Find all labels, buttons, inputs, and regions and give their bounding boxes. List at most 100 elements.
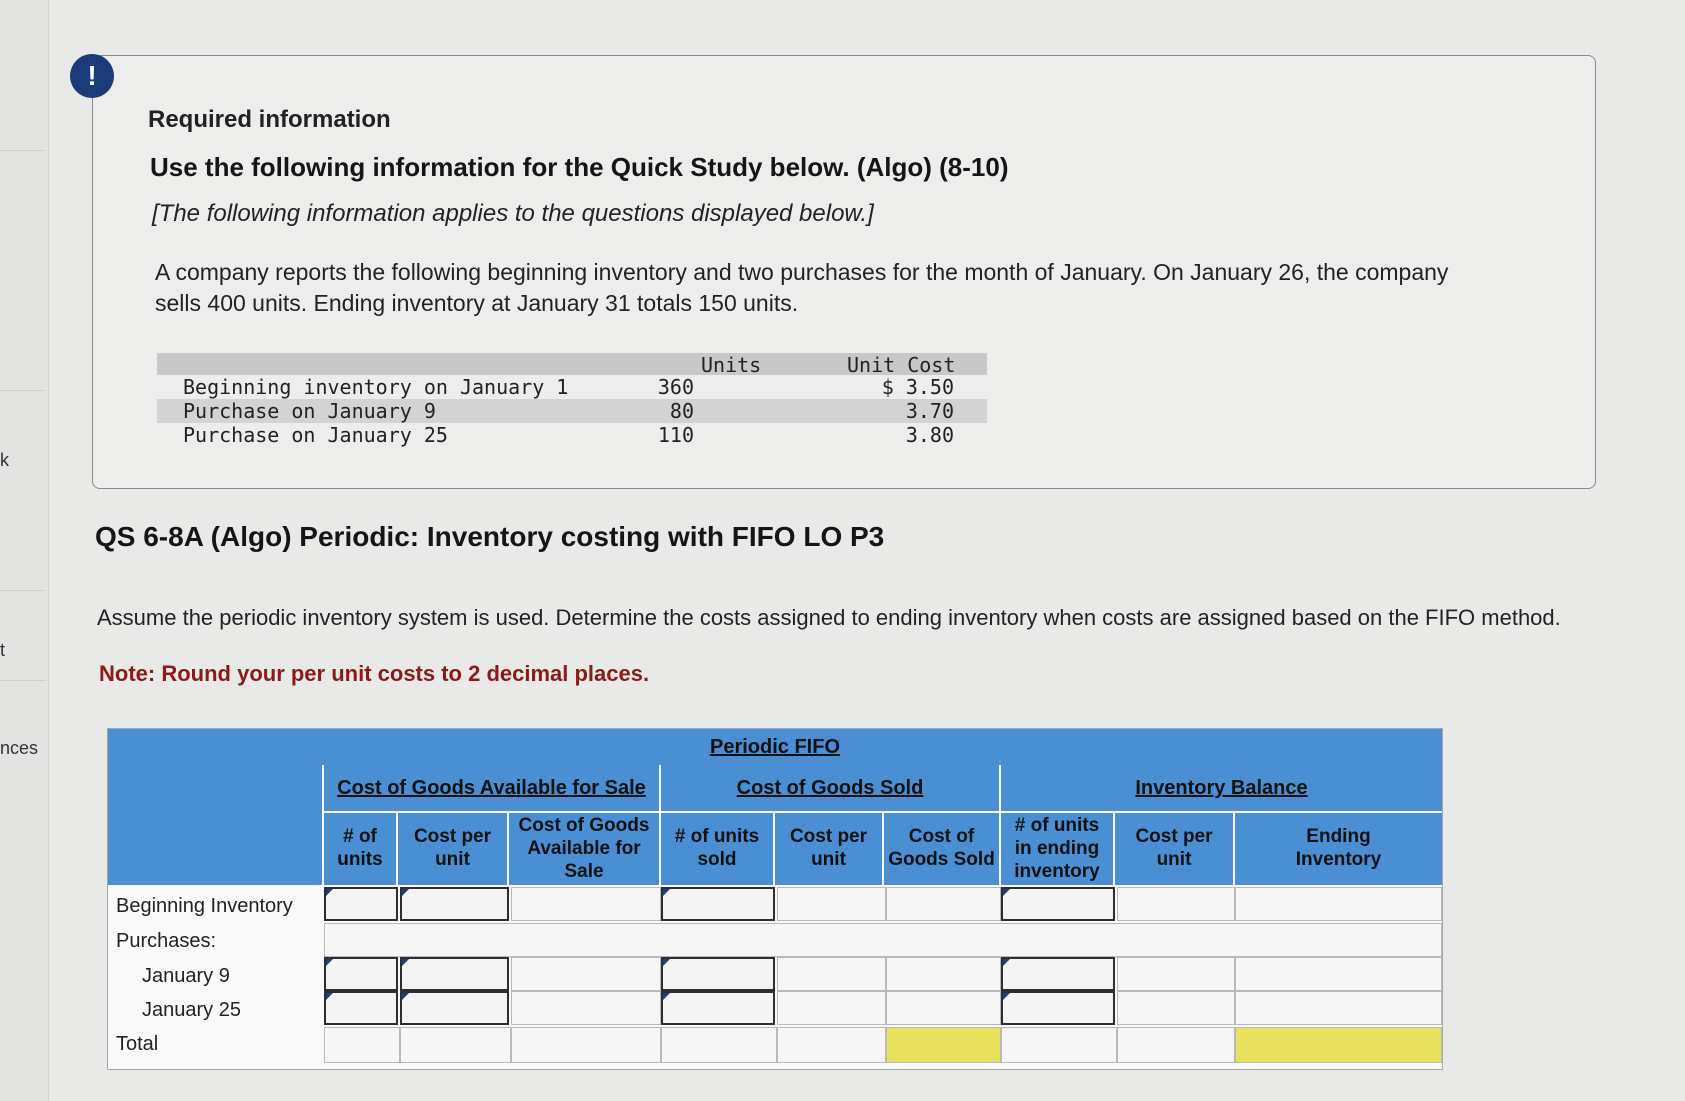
col-header-end-cost: Cost per unit [1115, 813, 1233, 885]
col-header-sold-units: # of units sold [661, 813, 773, 885]
inventory-row: Purchase on January 25 110 3.80 [157, 423, 987, 447]
sidebar-tab[interactable] [0, 390, 46, 591]
beginning-sold-total-cell [886, 887, 1001, 921]
row-label-total: Total [116, 1033, 159, 1055]
inventory-row-label: Purchase on January 25 [183, 423, 448, 447]
col-header-line: # of [343, 826, 377, 847]
col-header-line: Sale [564, 861, 604, 882]
col-header-line: units [337, 849, 383, 870]
col-header-line: # of units [674, 826, 760, 847]
unit-cost-header: Unit Cost [847, 353, 956, 377]
row-label-jan25: January 25 [142, 999, 241, 1021]
purchases-row-cell [324, 923, 1442, 957]
total-avail-units-cell [324, 1027, 400, 1063]
col-header-avail-total: Cost of Goods Available for Sale [509, 813, 659, 885]
col-header-line: inventory [1014, 861, 1100, 882]
jan9-end-units-input[interactable] [1001, 957, 1115, 991]
inventory-row-label: Purchase on January 9 [183, 399, 436, 423]
inventory-row: Beginning inventory on January 1 360 $ 3… [157, 375, 987, 399]
fifo-title: Periodic FIFO [108, 729, 1442, 765]
sidebar-label: k [0, 450, 9, 470]
inventory-row-units: 80 [669, 399, 694, 423]
inventory-row-cost: 3.70 [905, 399, 954, 423]
beginning-end-units-input[interactable] [1001, 887, 1115, 921]
sidebar-tab[interactable] [0, 150, 46, 391]
col-header-line: Cost per [1135, 826, 1213, 847]
periodic-fifo-table: Periodic FIFO Cost of Goods Available fo… [107, 728, 1443, 1070]
beginning-avail-total-cell [511, 887, 661, 921]
jan9-sold-cost-cell [777, 957, 886, 991]
left-sidebar: k t nces [0, 0, 49, 1101]
beginning-sold-units-input[interactable] [661, 887, 775, 921]
inventory-table-header: Units Unit Cost [157, 353, 987, 377]
jan9-sold-units-input[interactable] [661, 957, 775, 991]
col-header-line: unit [435, 849, 470, 870]
col-header-sold-total: Cost of Goods Sold [884, 813, 999, 885]
question-instructions: Assume the periodic inventory system is … [97, 605, 1561, 630]
info-applies-note: [The following information applies to th… [152, 200, 874, 227]
total-avail-total-cell [511, 1027, 661, 1063]
group-header-available: Cost of Goods Available for Sale [324, 765, 659, 811]
col-header-line: Ending [1306, 826, 1371, 847]
jan25-avail-cost-input[interactable] [400, 991, 509, 1025]
info-title: Use the following information for the Qu… [150, 152, 1009, 182]
col-header-end-units: # of units in ending inventory [1001, 813, 1113, 885]
inventory-row-units: 110 [657, 423, 694, 447]
group-header-balance: Inventory Balance [1001, 765, 1442, 811]
inventory-row-units: 360 [657, 375, 694, 399]
units-header: Units [701, 353, 762, 377]
col-header-avail-cost: Cost per unit [398, 813, 507, 885]
col-header-line: in ending [1014, 838, 1100, 859]
jan25-end-units-input[interactable] [1001, 991, 1115, 1025]
inventory-row-cost: 3.80 [905, 423, 954, 447]
col-header-line: # of units [1014, 815, 1100, 836]
col-header-line: Available for [527, 838, 641, 859]
col-header-line: unit [1156, 849, 1192, 870]
beginning-end-cost-cell [1117, 887, 1235, 921]
total-end-units-cell [1001, 1027, 1117, 1063]
jan9-end-cost-cell [1117, 957, 1235, 991]
required-heading: Required information [148, 106, 391, 133]
total-sold-cost-cell [777, 1027, 886, 1063]
col-header-line: Cost per [789, 826, 868, 847]
col-header-end-total: Ending Inventory [1235, 813, 1442, 885]
total-cost-of-goods-sold-input[interactable] [886, 1027, 1001, 1063]
rounding-note: Note: Round your per unit costs to 2 dec… [99, 661, 650, 686]
jan9-avail-cost-input[interactable] [400, 957, 509, 991]
alert-icon: ! [70, 54, 114, 98]
sidebar-label[interactable]: nces [0, 738, 38, 759]
sidebar-tab[interactable] [0, 590, 46, 681]
inventory-row-cost: $ 3.50 [881, 375, 954, 399]
col-header-line: Inventory [1295, 849, 1382, 870]
col-header-sold-cost: Cost per unit [775, 813, 882, 885]
beginning-avail-units-input[interactable] [324, 887, 398, 921]
col-header-line: Cost per [413, 826, 492, 847]
beginning-sold-cost-cell [777, 887, 886, 921]
jan9-sold-total-cell [886, 957, 1001, 991]
info-paragraph: A company reports the following beginnin… [155, 259, 1449, 316]
beginning-avail-cost-input[interactable] [400, 887, 509, 921]
total-ending-inventory-input[interactable] [1235, 1027, 1442, 1063]
jan25-sold-total-cell [886, 991, 1001, 1025]
question-title: QS 6-8A (Algo) Periodic: Inventory costi… [95, 521, 885, 552]
jan9-avail-units-input[interactable] [324, 957, 398, 991]
row-label-beginning: Beginning Inventory [116, 895, 293, 917]
jan25-avail-units-input[interactable] [324, 991, 398, 1025]
col-header-line: unit [811, 849, 846, 870]
jan25-sold-units-input[interactable] [661, 991, 775, 1025]
sidebar-tab[interactable] [0, 0, 46, 151]
jan25-sold-cost-cell [777, 991, 886, 1025]
jan9-avail-total-cell [511, 957, 661, 991]
total-sold-units-cell [661, 1027, 777, 1063]
group-header-sold: Cost of Goods Sold [661, 765, 999, 811]
beginning-end-total-cell [1235, 887, 1442, 921]
inventory-row: Purchase on January 9 80 3.70 [157, 399, 987, 423]
col-header-line: Goods Sold [888, 849, 995, 870]
sidebar-label: t [0, 640, 6, 660]
row-label-header [108, 765, 322, 885]
total-end-cost-cell [1117, 1027, 1235, 1063]
inventory-table: Units Unit Cost Beginning inventory on J… [157, 353, 987, 447]
jan9-end-total-cell [1235, 957, 1442, 991]
row-label-jan9: January 9 [142, 965, 230, 987]
jan25-avail-total-cell [511, 991, 661, 1025]
